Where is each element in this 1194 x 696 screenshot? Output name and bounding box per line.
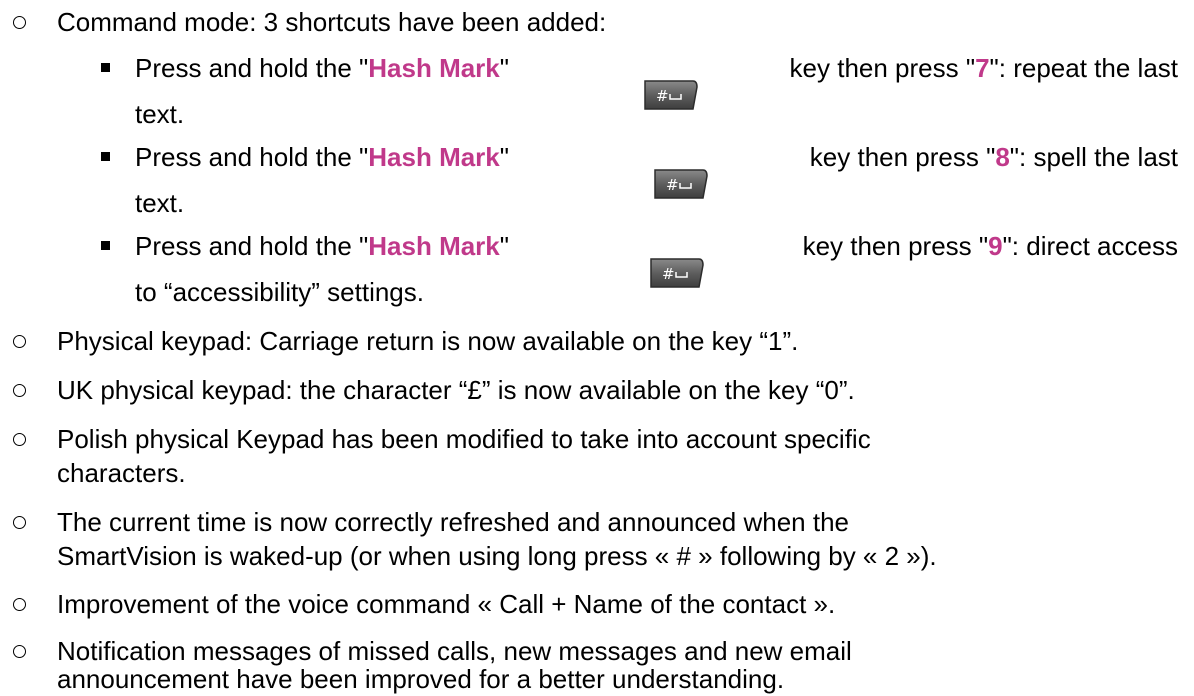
physical-keypad-text: Physical keypad: Carriage return is now … xyxy=(57,326,799,356)
hash-mark-label: Hash Mark xyxy=(368,231,500,261)
svg-text:#: # xyxy=(666,176,679,194)
circle-bullet-icon xyxy=(13,516,26,529)
polish-keypad-text-1: Polish physical Keypad has been modified… xyxy=(57,424,871,454)
uk-keypad-text: UK physical keypad: the character “£” is… xyxy=(57,375,855,405)
shortcut-7-continuation: text. xyxy=(135,99,185,129)
circle-bullet-icon xyxy=(13,645,26,658)
circle-bullet-icon xyxy=(13,16,26,29)
release-notes-document: Command mode: 3 shortcuts have been adde… xyxy=(0,0,1194,694)
circle-bullet-icon xyxy=(13,384,26,397)
shortcut-9-continuation: to “accessibility” settings. xyxy=(135,277,424,307)
time-refresh-text-1: The current time is now correctly refres… xyxy=(57,507,849,537)
shortcut-8-continuation: text. xyxy=(135,188,185,218)
polish-keypad-text-2: characters. xyxy=(57,458,186,488)
key-8-label: 8 xyxy=(995,142,1010,172)
notification-text-2: announcement have been improved for a be… xyxy=(57,664,785,694)
circle-bullet-icon xyxy=(13,598,26,611)
command-mode-text: Command mode: 3 shortcuts have been adde… xyxy=(57,7,607,37)
square-bullet-icon xyxy=(101,152,110,161)
voice-command-text: Improvement of the voice command « Call … xyxy=(57,589,836,619)
circle-bullet-icon xyxy=(13,335,26,348)
svg-text:#: # xyxy=(656,87,669,105)
key-7-label: 7 xyxy=(975,53,990,83)
key-9-label: 9 xyxy=(988,231,1003,261)
hash-mark-label: Hash Mark xyxy=(368,142,500,172)
svg-text:#: # xyxy=(662,265,675,283)
square-bullet-icon xyxy=(101,63,110,72)
square-bullet-icon xyxy=(101,241,110,250)
time-refresh-text-2: SmartVision is waked-up (or when using l… xyxy=(57,541,937,571)
hash-mark-label: Hash Mark xyxy=(368,53,500,83)
hash-key-icon: # xyxy=(606,223,705,331)
circle-bullet-icon xyxy=(13,433,26,446)
